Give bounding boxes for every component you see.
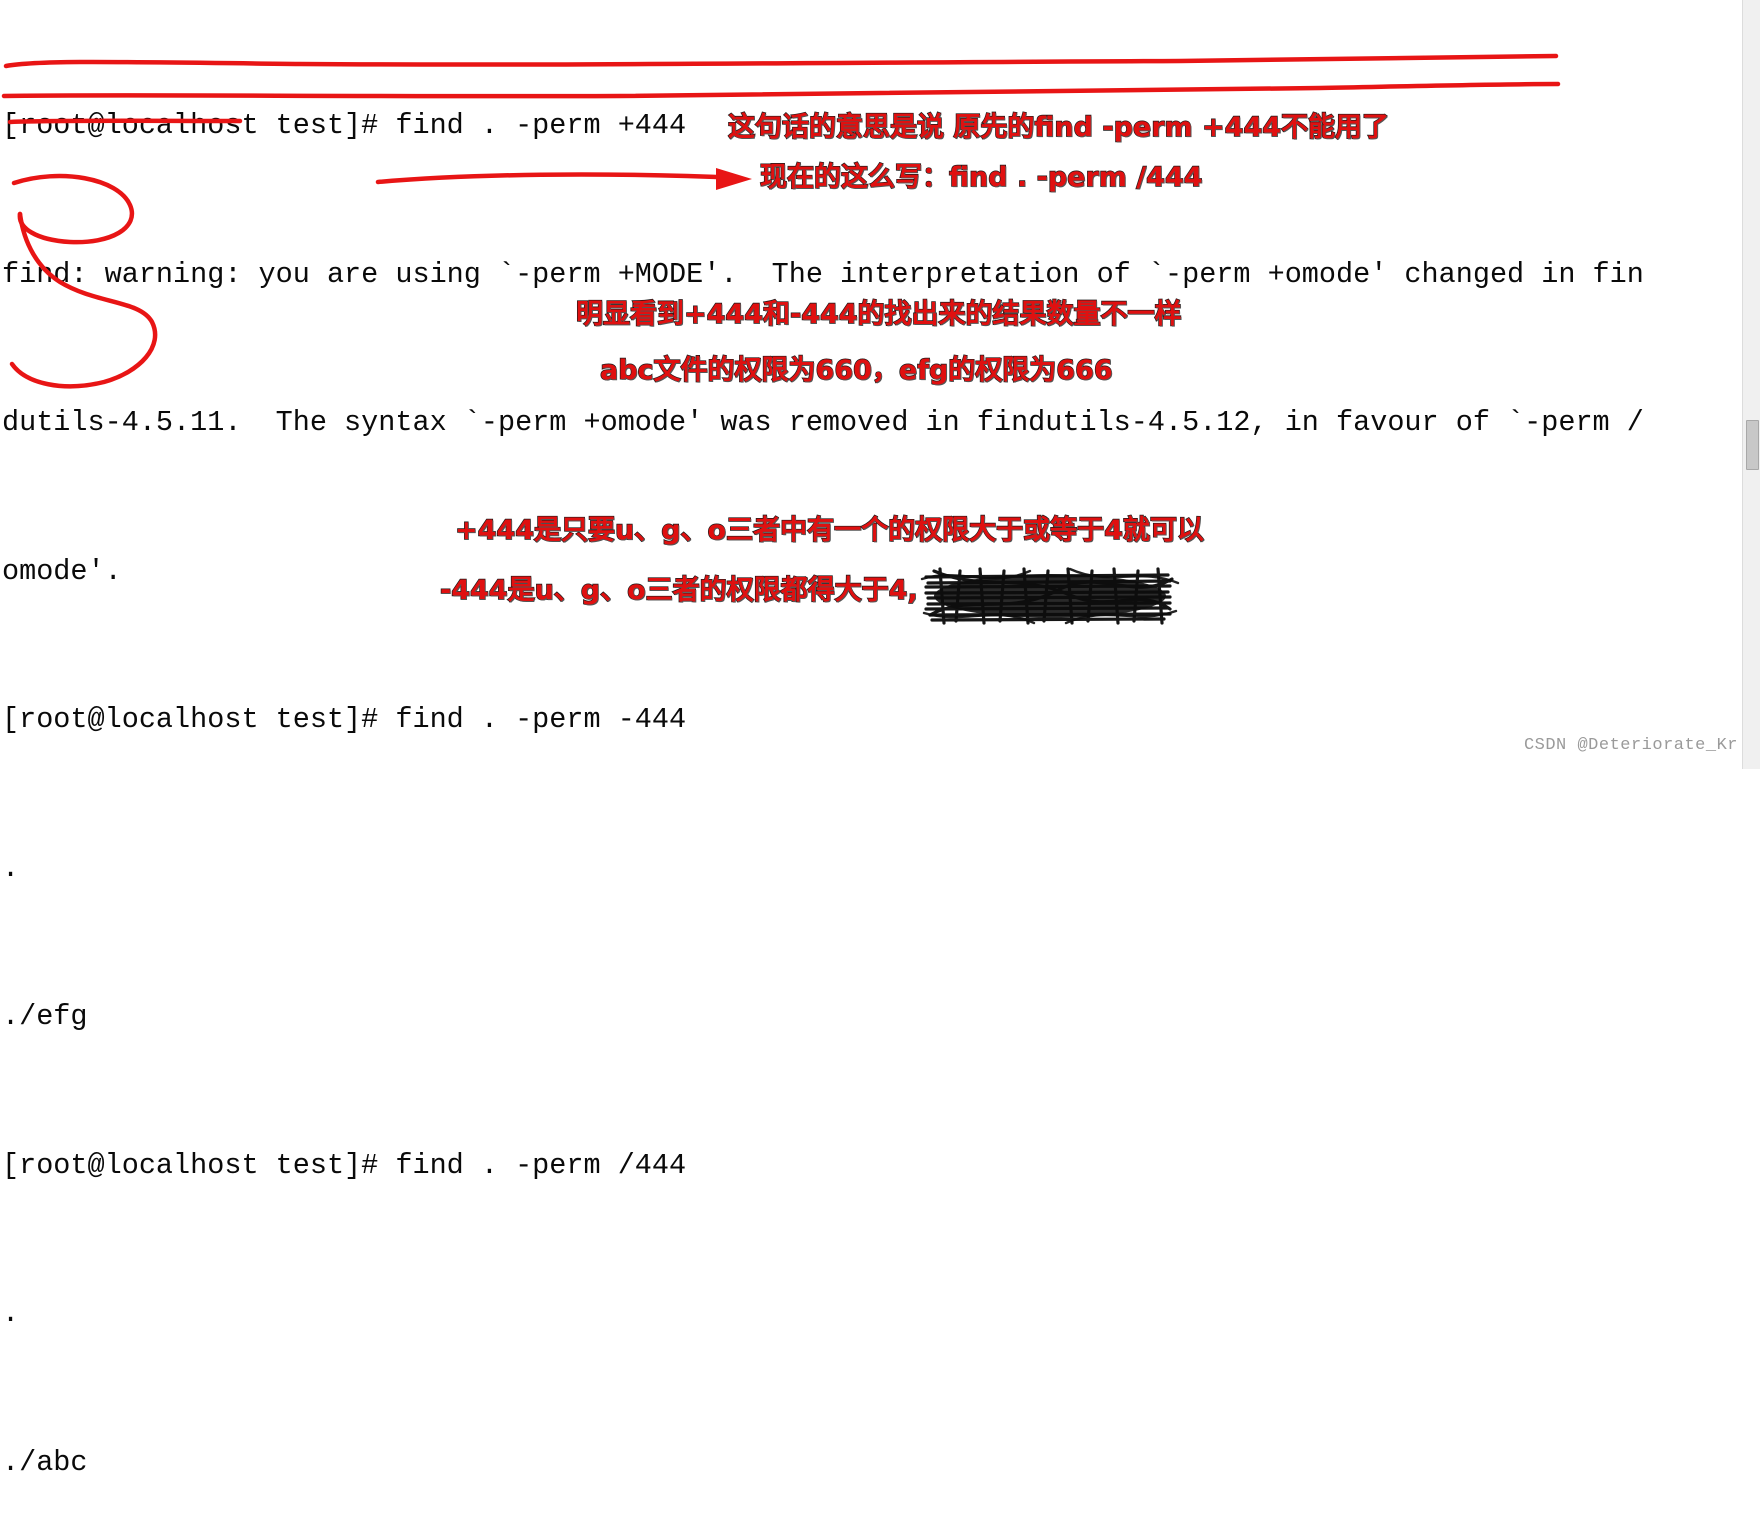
terminal-line: . bbox=[2, 851, 20, 885]
annotation-note-4: abc文件的权限为660，efg的权限为666 bbox=[599, 354, 1113, 386]
terminal-line: [root@localhost test]# find . -perm /444 bbox=[2, 1148, 687, 1182]
scrollbar-thumb[interactable] bbox=[1746, 420, 1759, 470]
annotation-note-5: +444是只要u、g、o三者中有一个的权限大于或等于4就可以 bbox=[454, 514, 1204, 546]
terminal-line: [root@localhost test]# find . -perm -444 bbox=[2, 703, 687, 736]
annotation-note-1: 这句话的意思是说 原先的find -perm +444不能用了 bbox=[727, 111, 1390, 143]
vertical-scrollbar[interactable] bbox=[1742, 0, 1760, 769]
annotation-note-3: 明显看到+444和-444的找出来的结果数量不一样 bbox=[575, 298, 1182, 330]
annotation-note-2: 现在的这么写：find . -perm /444 bbox=[759, 161, 1203, 193]
terminal-line: ./abc bbox=[2, 1445, 88, 1479]
terminal-line: ./efg bbox=[2, 1000, 88, 1033]
terminal-line: dutils-4.5.11. The syntax `-perm +omode'… bbox=[2, 406, 1644, 439]
annotation-note-6: -444是u、g、o三者的权限都得大于4, bbox=[439, 574, 918, 606]
black-scribble-redaction bbox=[920, 567, 1180, 625]
csdn-watermark: CSDN @Deteriorate_Kr bbox=[1523, 736, 1738, 755]
terminal-line: . bbox=[2, 1297, 20, 1330]
